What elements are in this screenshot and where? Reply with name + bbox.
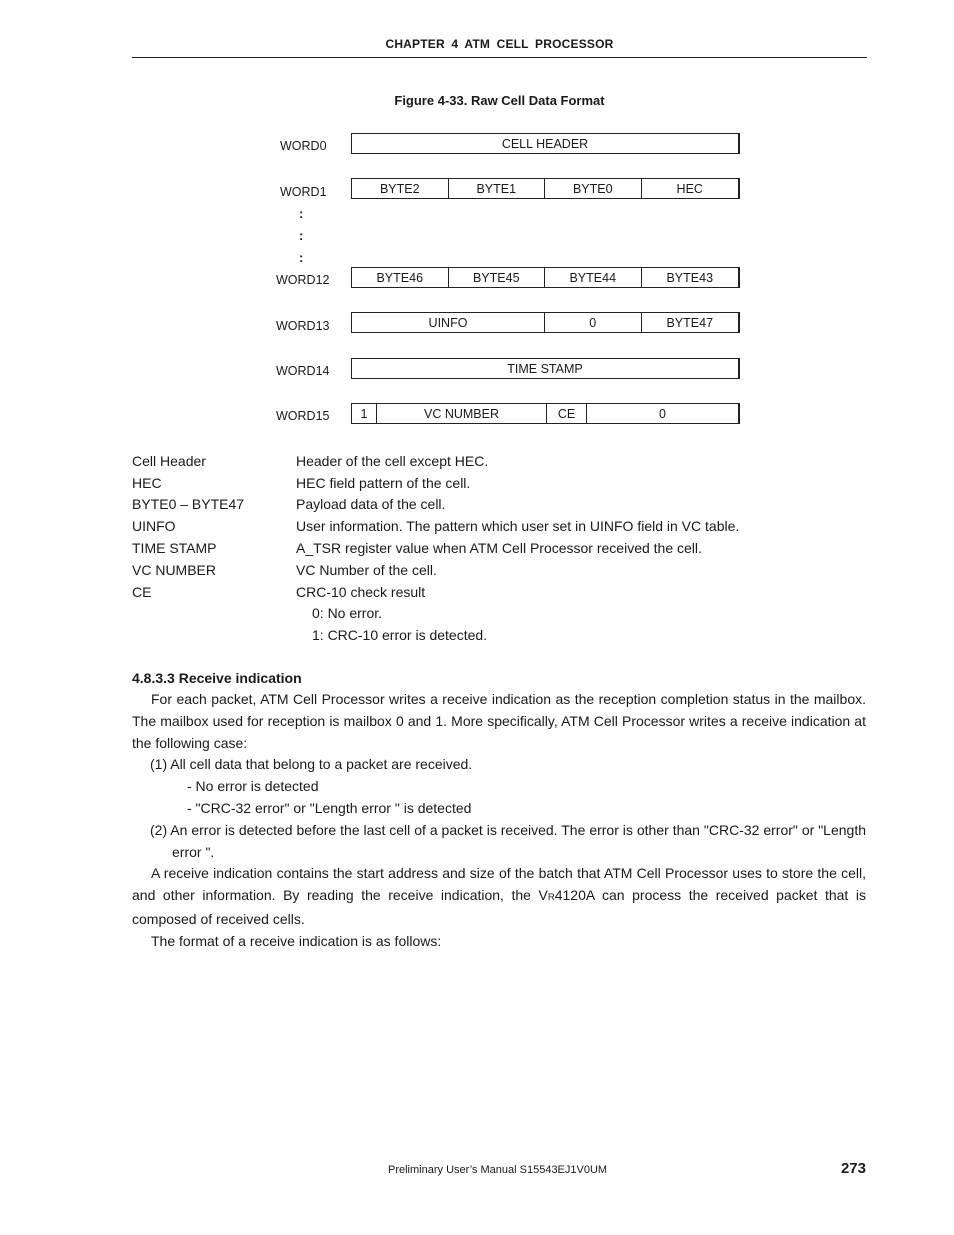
definition-item: VC NUMBER VC Number of the cell. <box>132 559 852 581</box>
word-label: WORD14 <box>276 364 330 378</box>
section-heading: 4.8.3.3 Receive indication <box>132 670 302 686</box>
definition-desc: VC Number of the cell. <box>296 561 437 578</box>
field-bit-one: 1 <box>352 404 377 423</box>
field-vc-number: VC NUMBER <box>377 404 547 423</box>
word-label: WORD13 <box>276 319 330 333</box>
page-number: 273 <box>840 1160 866 1177</box>
definition-term: VC NUMBER <box>132 561 217 578</box>
register-word12: BYTE46 BYTE45 BYTE44 BYTE43 <box>351 267 740 288</box>
sub-list-item: - "CRC-32 error" or "Length error " is d… <box>187 799 472 816</box>
definition-item: BYTE0 – BYTE47 Payload data of the cell. <box>132 494 852 516</box>
field-byte44: BYTE44 <box>545 268 642 287</box>
section-body: For each packet, ATM Cell Processor writ… <box>132 689 866 953</box>
definition-term: Cell Header <box>132 452 206 469</box>
definition-desc: CRC-10 check result <box>296 583 426 600</box>
field-byte2: BYTE2 <box>352 179 449 198</box>
paragraph: A receive indication contains the start … <box>132 863 866 930</box>
field-byte47: BYTE47 <box>666 315 714 330</box>
field-ce: CE <box>547 404 587 423</box>
ellipsis: : <box>299 250 304 265</box>
field-uinfo: UINFO <box>352 313 545 332</box>
definition-term: UINFO <box>132 518 176 535</box>
definition-desc: Payload data of the cell. <box>296 496 446 513</box>
register-word13: UINFO 0 BYTE47 <box>351 312 740 333</box>
definition-desc: Header of the cell except HEC. <box>296 452 489 469</box>
ce-value-0: 0: No error. <box>312 605 383 622</box>
list-item: (2) An error is detected before the last… <box>150 821 866 860</box>
ellipsis: : <box>299 228 304 243</box>
field-reserved-zero: 0 <box>659 406 666 421</box>
definition-desc: HEC field pattern of the cell. <box>296 474 471 491</box>
footer-manual-id: Preliminary User’s Manual S15543EJ1V0UM <box>388 1164 608 1176</box>
definition-item: UINFO User information. The pattern whic… <box>132 515 852 537</box>
register-word0: CELL HEADER <box>351 133 740 154</box>
figure-title: Figure 4-33. Raw Cell Data Format <box>394 93 605 108</box>
field-reserved-zero: 0 <box>545 313 642 332</box>
register-word1: BYTE2 BYTE1 BYTE0 HEC <box>351 178 740 199</box>
definition-desc: User information. The pattern which user… <box>296 518 740 535</box>
running-head: CHAPTER 4 ATM CELL PROCESSOR <box>385 37 614 51</box>
field-byte46: BYTE46 <box>352 268 449 287</box>
subscript-r: R <box>547 892 555 904</box>
definition-term: HEC <box>132 474 162 491</box>
word-label: WORD15 <box>276 409 330 423</box>
paragraph: For each packet, ATM Cell Processor writ… <box>132 691 866 751</box>
word-label: WORD12 <box>276 273 330 287</box>
definition-desc: A_TSR register value when ATM Cell Proce… <box>296 540 702 557</box>
word-label: WORD1 <box>280 185 327 199</box>
definition-term: TIME STAMP <box>132 540 217 557</box>
definition-item: TIME STAMP A_TSR register value when ATM… <box>132 537 852 559</box>
ellipsis: : <box>299 206 304 221</box>
field-hec: HEC <box>676 181 703 196</box>
definition-item: Cell Header Header of the cell except HE… <box>132 450 852 472</box>
definition-term: CE <box>132 583 152 600</box>
definition-list: Cell Header Header of the cell except HE… <box>132 450 852 646</box>
definition-item: HEC HEC field pattern of the cell. <box>132 472 852 494</box>
field-byte1: BYTE1 <box>449 179 545 198</box>
list-item: (1) All cell data that belong to a packe… <box>150 756 473 773</box>
register-word14: TIME STAMP <box>351 358 740 379</box>
definition-term: BYTE0 – BYTE47 <box>132 496 245 513</box>
definition-item: CE CRC-10 check result <box>132 581 852 603</box>
field-time-stamp: TIME STAMP <box>507 361 583 376</box>
ce-value-1: 1: CRC-10 error is detected. <box>312 627 488 644</box>
field-byte43: BYTE43 <box>666 270 714 285</box>
header-rule <box>132 57 867 58</box>
paragraph: The format of a receive indication is as… <box>151 932 442 949</box>
field-cell-header: CELL HEADER <box>501 136 589 151</box>
sub-list-item: - No error is detected <box>187 778 319 795</box>
register-word15: 1 VC NUMBER CE 0 <box>351 403 740 424</box>
word-label: WORD0 <box>280 139 327 153</box>
field-byte0: BYTE0 <box>545 179 642 198</box>
field-byte45: BYTE45 <box>449 268 545 287</box>
